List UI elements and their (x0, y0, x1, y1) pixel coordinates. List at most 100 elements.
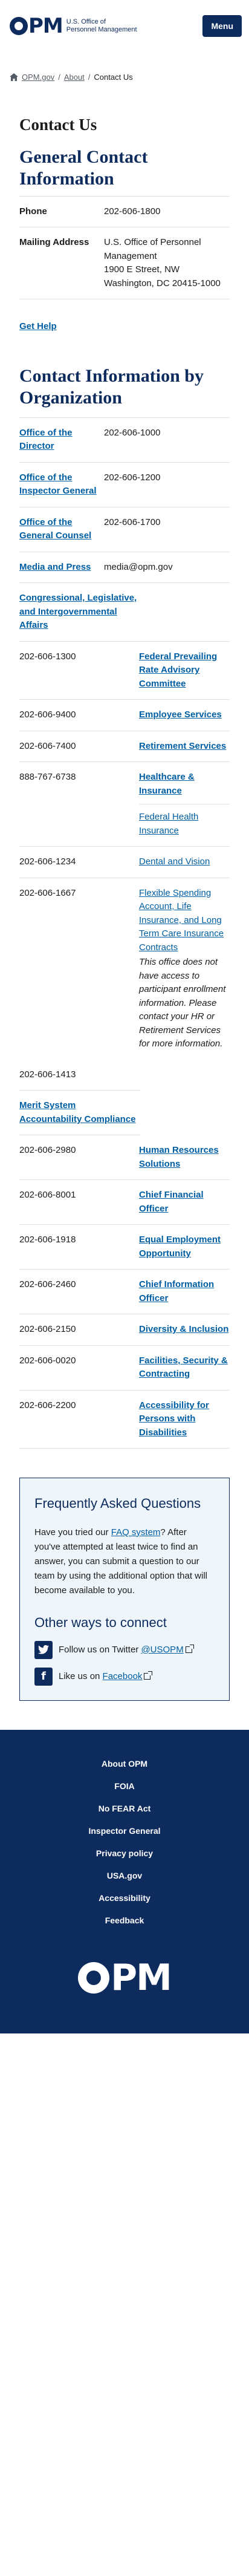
footer-link-feedback[interactable]: Feedback (105, 1916, 144, 1925)
phone-row: Phone 202-606-1800 (19, 197, 230, 228)
org-pair-phone: 202-606-1234 (19, 856, 76, 867)
footer-link-accessibility[interactable]: Accessibility (99, 1893, 150, 1903)
breadcrumb-separator: / (58, 73, 60, 82)
org-pair-link[interactable]: Diversity & Inclusion (139, 1323, 230, 1337)
org-congressional-link[interactable]: Congressional, Legislative, and Intergov… (19, 592, 140, 633)
org-pair-row: 202-606-2980 Human Resources Solutions (19, 1135, 230, 1181)
twitter-row: Follow us on Twitter @USOPM (34, 1640, 215, 1659)
org-pair-row: 202-606-2200 Accessibility for Persons w… (19, 1391, 230, 1449)
org-pair-phone: 202-606-1918 (19, 1234, 76, 1245)
org-pair-link[interactable]: Federal Prevailing Rate Advisory Committ… (139, 650, 230, 691)
home-icon (10, 73, 18, 82)
org-pair-phone: 202-606-0020 (19, 1355, 76, 1366)
footer-link-no-fear-act[interactable]: No FEAR Act (99, 1804, 151, 1813)
org-pair-phone: 888-767-6738 (19, 772, 76, 783)
footer-link-foia[interactable]: FOIA (114, 1781, 134, 1791)
org-pair-phone: 202-606-1300 (19, 651, 76, 662)
org-pair-link[interactable]: Human Resources Solutions (139, 1144, 230, 1171)
org-pair-link[interactable]: Flexible Spending Account, Life Insuranc… (139, 888, 224, 953)
facebook-text: Like us on Facebook (59, 1670, 153, 1684)
mailing-address-row: Mailing Address U.S. Office of Personnel… (19, 227, 230, 300)
breadcrumb: OPM.gov / About / Contact Us (0, 52, 249, 83)
external-link-icon (144, 1671, 153, 1680)
org-director-link[interactable]: Office of the Director (19, 426, 104, 454)
org-pair-row: 202-606-8001 Chief Financial Officer (19, 1180, 230, 1225)
page-title: Contact Us (19, 115, 97, 134)
mailing-address-label: Mailing Address (19, 237, 89, 248)
org-pair-link[interactable]: Employee Services (139, 708, 230, 722)
msac-phone-row: 202-606-1413 (19, 1060, 230, 1091)
org-pair-phone: 202-606-2150 (19, 1324, 76, 1335)
faq-text: Have you tried our FAQ system? After you… (34, 1527, 208, 1596)
org-row: Office of the General Counsel 202-606-17… (19, 507, 230, 552)
org-pair-sub-link[interactable]: Federal Health Insurance (139, 804, 230, 838)
org-pair-link[interactable]: Chief Information Officer (139, 1278, 230, 1305)
connect-heading: Other ways to connect (34, 1614, 167, 1630)
org-pair-row: 202-606-0020 Facilities, Security & Cont… (19, 1346, 230, 1391)
phone-value: 202-606-1800 (104, 206, 161, 217)
org-pair-row: 202-606-9400 Employee Services (19, 700, 230, 731)
menu-button[interactable]: Menu (202, 15, 242, 37)
twitter-icon (34, 1640, 53, 1659)
org-pair-row: 202-606-1300 Federal Prevailing Rate Adv… (19, 642, 230, 700)
org-pair-phone: 202-606-2980 (19, 1145, 76, 1156)
org-pair-link[interactable]: Equal Employment Opportunity (139, 1233, 230, 1260)
org-pair-link[interactable]: Retirement Services (139, 740, 230, 754)
org-pair-phone: 202-606-2200 (19, 1400, 76, 1410)
site-footer: About OPM FOIA No FEAR Act Inspector Gen… (0, 1729, 249, 2033)
facebook-row: f Like us on Facebook (34, 1667, 215, 1686)
msac-phone: 202-606-1413 (19, 1069, 76, 1080)
footer-link-usa-gov[interactable]: USA.gov (107, 1871, 142, 1880)
site-header: PM U.S. Office of Personnel Management M… (0, 0, 249, 52)
phone-label: Phone (19, 206, 47, 217)
org-pair-phone: 202-606-8001 (19, 1190, 76, 1201)
org-pair-phone: 202-606-9400 (19, 709, 76, 720)
org-contact-heading: Contact Information by Organization (19, 365, 230, 418)
breadcrumb-about-link[interactable]: About (64, 71, 85, 83)
org-row: Congressional, Legislative, and Intergov… (19, 583, 230, 642)
org-pair-row: 202-606-2150 Diversity & Inclusion (19, 1314, 230, 1346)
org-inspector-general-link[interactable]: Office of the Inspector General (19, 471, 104, 498)
opm-logo-mark: PM (10, 16, 63, 36)
org-pair-row: 202-606-1234 Dental and Vision (19, 846, 230, 878)
org-inspector-general-phone: 202-606-1200 (104, 472, 161, 483)
org-pair-link[interactable]: Accessibility for Persons with Disabilit… (139, 1399, 230, 1440)
footer-opm-logo[interactable]: PM (0, 1960, 249, 1996)
facebook-link[interactable]: Facebook (103, 1671, 143, 1681)
opm-logo[interactable]: PM U.S. Office of Personnel Management (10, 16, 137, 36)
footer-link-about[interactable]: About OPM (102, 1759, 147, 1769)
org-media-email[interactable]: media@opm.gov (104, 561, 230, 575)
opm-logo-text: U.S. Office of Personnel Management (66, 18, 137, 33)
org-row: Office of the Director 202-606-1000 (19, 418, 230, 463)
org-pair-link[interactable]: Healthcare & Insurance (139, 772, 195, 796)
org-pair-row: 888-767-6738 Healthcare & Insurance Fede… (19, 762, 230, 846)
org-pair-link[interactable]: Dental and Vision (139, 855, 230, 869)
twitter-link[interactable]: @USOPM (141, 1645, 183, 1655)
org-pair-note: This office does not have access to part… (139, 957, 226, 1049)
twitter-text: Follow us on Twitter @USOPM (59, 1643, 194, 1657)
org-pair-link[interactable]: Chief Financial Officer (139, 1189, 230, 1216)
org-pair-links: Flexible Spending Account, Life Insuranc… (139, 887, 230, 1051)
footer-link-privacy[interactable]: Privacy policy (96, 1848, 153, 1858)
org-director-phone: 202-606-1000 (104, 427, 161, 438)
org-pair-row: 202-606-1667 Flexible Spending Account, … (19, 878, 230, 1060)
footer-links: About OPM FOIA No FEAR Act Inspector Gen… (0, 1753, 249, 1932)
get-help-link[interactable]: Get Help (19, 320, 230, 334)
breadcrumb-current: Contact Us (94, 73, 133, 82)
org-pair-phone: 202-606-1667 (19, 887, 76, 898)
org-row: Media and Press media@opm.gov (19, 552, 230, 584)
faq-box: Frequently Asked Questions Have you trie… (19, 1478, 230, 1701)
org-general-counsel-link[interactable]: Office of the General Counsel (19, 516, 104, 543)
msac-link[interactable]: Merit System Accountability Compliance (19, 1100, 136, 1124)
main-content: Contact Us General Contact Information P… (0, 115, 249, 1449)
org-pair-row: 202-606-1918 Equal Employment Opportunit… (19, 1225, 230, 1270)
breadcrumb-home-link[interactable]: OPM.gov (22, 71, 54, 83)
general-contact-heading: General Contact Information (19, 146, 230, 197)
faq-system-link[interactable]: FAQ system (111, 1527, 161, 1537)
org-pair-row: 202-606-2460 Chief Information Officer (19, 1270, 230, 1315)
external-link-icon (185, 1644, 194, 1653)
org-pair-link[interactable]: Facilities, Security & Contracting (139, 1354, 230, 1381)
mailing-address-value: U.S. Office of Personnel Management 1900… (104, 237, 221, 289)
footer-link-inspector-general[interactable]: Inspector General (88, 1826, 160, 1836)
org-media-link[interactable]: Media and Press (19, 561, 104, 575)
